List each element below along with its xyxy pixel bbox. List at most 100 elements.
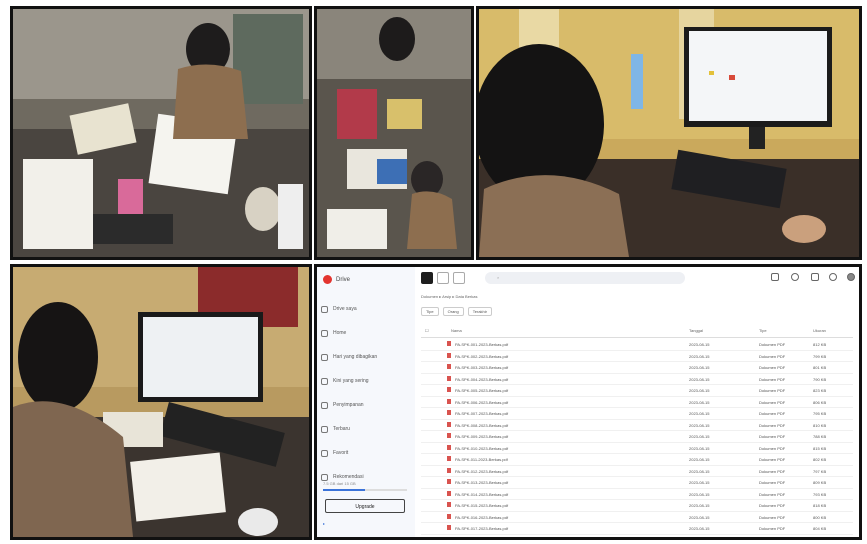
upgrade-button[interactable]: Upgrade: [325, 499, 405, 513]
apps-icon[interactable]: [829, 273, 837, 281]
file-row[interactable]: PA-SPK-002-2023-Berkas.pdf 2023-08-15 Doku…: [421, 351, 853, 362]
file-date: 2023-08-15: [689, 411, 710, 416]
file-row[interactable]: PA-SPK-005-2023-Berkas.pdf 2023-08-15 Doku…: [421, 385, 853, 397]
nav-item-label: Favorit: [333, 450, 349, 456]
file-row[interactable]: PA-SPK-010-2023-Berkas.pdf 2023-08-15 Doku…: [421, 443, 853, 454]
column-date[interactable]: Tanggal: [689, 328, 703, 333]
file-row[interactable]: PA-SPK-018-2023-Berkas.pdf 2023-08-15 Doku…: [421, 535, 853, 540]
nav-item[interactable]: Home: [321, 321, 413, 345]
search-input[interactable]: ⌕: [485, 272, 685, 284]
file-type: Dokumen PDF: [759, 514, 786, 520]
file-row[interactable]: PA-SPK-015-2023-Berkas.pdf 2023-08-15 Doku…: [421, 500, 853, 512]
file-type: Dokumen PDF: [759, 365, 786, 370]
file-row[interactable]: PA-SPK-008-2023-Berkas.pdf 2023-08-15 Doku…: [421, 420, 853, 431]
filter-chip[interactable]: Terakhir: [467, 307, 492, 316]
settings-icon[interactable]: [811, 273, 819, 281]
file-type: Dokumen PDF: [759, 457, 786, 462]
file-date: 2023-08-15: [689, 422, 710, 428]
nav-item-icon: [321, 449, 328, 457]
file-name: PA-SPK-017-2023-Berkas.pdf: [455, 526, 509, 531]
column-name[interactable]: Nama: [451, 328, 462, 333]
file-type: Dokumen PDF: [759, 411, 786, 416]
file-row[interactable]: PA-SPK-011-2023-Berkas.pdf 2023-08-15 Doku…: [421, 454, 853, 466]
file-row[interactable]: PA-SPK-014-2023-Berkas.pdf 2023-08-15 Doku…: [421, 489, 853, 500]
breadcrumb[interactable]: Dokumen ▸ Arsip ▸ Data Berkas: [421, 294, 477, 299]
pdf-icon: [447, 444, 451, 450]
print-icon[interactable]: [771, 273, 779, 281]
file-type: Dokumen PDF: [759, 353, 786, 359]
file-row[interactable]: PA-SPK-016-2023-Berkas.pdf 2023-08-15 Doku…: [421, 512, 853, 523]
table-header: ☐ Nama Tanggal Tipe Ukuran: [421, 325, 853, 338]
column-size[interactable]: Ukuran: [813, 328, 826, 333]
pdf-icon: [447, 513, 451, 519]
file-row[interactable]: PA-SPK-007-2023-Berkas.pdf 2023-08-15 Doku…: [421, 408, 853, 420]
column-type[interactable]: Tipe: [759, 328, 767, 333]
file-size: 795 KB: [813, 411, 827, 416]
help-icon[interactable]: [791, 273, 799, 281]
pdf-icon: [447, 398, 451, 404]
nav-item-label: Rekomendasi: [333, 474, 364, 480]
file-size: 815 KB: [813, 445, 827, 451]
refresh-button[interactable]: [453, 272, 465, 284]
nav-item-label: Penyimpanan: [333, 402, 364, 408]
file-row[interactable]: PA-SPK-001-2023-Berkas.pdf 2023-08-15 Doku…: [421, 339, 853, 351]
file-size: 799 KB: [813, 353, 827, 359]
file-row[interactable]: PA-SPK-009-2023-Berkas.pdf 2023-08-15 Doku…: [421, 431, 853, 443]
nav-item-icon: [321, 401, 328, 409]
file-date: 2023-08-15: [689, 434, 710, 439]
file-row[interactable]: PA-SPK-012-2023-Berkas.pdf 2023-08-15 Doku…: [421, 466, 853, 477]
file-type: Dokumen PDF: [759, 537, 786, 540]
nav-item[interactable]: Favorit: [321, 441, 413, 465]
file-date: 2023-08-15: [689, 457, 710, 462]
select-all-checkbox[interactable]: ☐: [425, 328, 429, 333]
file-name: PA-SPK-005-2023-Berkas.pdf: [455, 388, 509, 393]
file-name: PA-SPK-007-2023-Berkas.pdf: [455, 411, 509, 416]
file-type: Dokumen PDF: [759, 468, 786, 474]
file-size: 809 KB: [813, 480, 827, 485]
file-type: Dokumen PDF: [759, 503, 786, 508]
file-size: 810 KB: [813, 422, 827, 428]
file-name: PA-SPK-008-2023-Berkas.pdf: [455, 422, 509, 428]
file-size: 802 KB: [813, 457, 827, 462]
nav-item[interactable]: Kini yang sering: [321, 369, 413, 393]
view-toggle-button[interactable]: [437, 272, 449, 284]
search-icon: ⌕: [497, 275, 500, 280]
nav-item-icon: [321, 377, 328, 385]
file-row[interactable]: PA-SPK-006-2023-Berkas.pdf 2023-08-15 Doku…: [421, 397, 853, 408]
file-date: 2023-08-15: [689, 503, 710, 508]
file-list: PA-SPK-001-2023-Berkas.pdf 2023-08-15 Doku…: [421, 339, 853, 540]
pdf-icon: [447, 375, 451, 381]
file-row[interactable]: PA-SPK-004-2023-Berkas.pdf 2023-08-15 Doku…: [421, 374, 853, 385]
nav-item[interactable]: Hari yang dibagikan: [321, 345, 413, 369]
photo-officer-writing: [10, 6, 312, 260]
nav-item-label: Terbaru: [333, 426, 350, 432]
file-name: PA-SPK-014-2023-Berkas.pdf: [455, 491, 509, 497]
file-date: 2023-08-15: [689, 468, 710, 474]
file-date: 2023-08-15: [689, 399, 710, 405]
file-name: PA-SPK-011-2023-Berkas.pdf: [455, 457, 508, 462]
nav-item-label: Kini yang sering: [333, 378, 369, 384]
file-row[interactable]: PA-SPK-017-2023-Berkas.pdf 2023-08-15 Doku…: [421, 523, 853, 535]
nav-item[interactable]: Drive saya: [321, 297, 413, 321]
drive-nav: Drive saya Home Hari yang dibagikan Kini ya…: [321, 297, 413, 489]
file-type: Dokumen PDF: [759, 376, 786, 382]
pdf-icon: [447, 456, 451, 461]
scene-officer-writing: [13, 9, 309, 257]
file-size: 818 KB: [813, 503, 827, 508]
filter-chip[interactable]: Orang: [442, 307, 464, 316]
file-row[interactable]: PA-SPK-013-2023-Berkas.pdf 2023-08-15 Doku…: [421, 477, 853, 489]
upgrade-link[interactable]: ▸: [323, 521, 325, 526]
new-button[interactable]: [421, 272, 433, 284]
file-name: PA-SPK-015-2023-Berkas.pdf: [455, 503, 509, 508]
nav-item-label: Home: [333, 330, 347, 336]
pdf-icon: [447, 433, 451, 438]
avatar[interactable]: [847, 273, 855, 281]
filter-chips: Tipe Orang Terakhir: [421, 307, 492, 316]
pdf-icon: [447, 364, 451, 369]
filter-chip[interactable]: Tipe: [421, 307, 439, 316]
file-row[interactable]: PA-SPK-003-2023-Berkas.pdf 2023-08-15 Doku…: [421, 362, 853, 374]
file-name: PA-SPK-002-2023-Berkas.pdf: [455, 353, 509, 359]
nav-item[interactable]: Terbaru: [321, 417, 413, 441]
nav-item[interactable]: Penyimpanan: [321, 393, 413, 417]
file-date: 2023-08-15: [689, 480, 710, 485]
